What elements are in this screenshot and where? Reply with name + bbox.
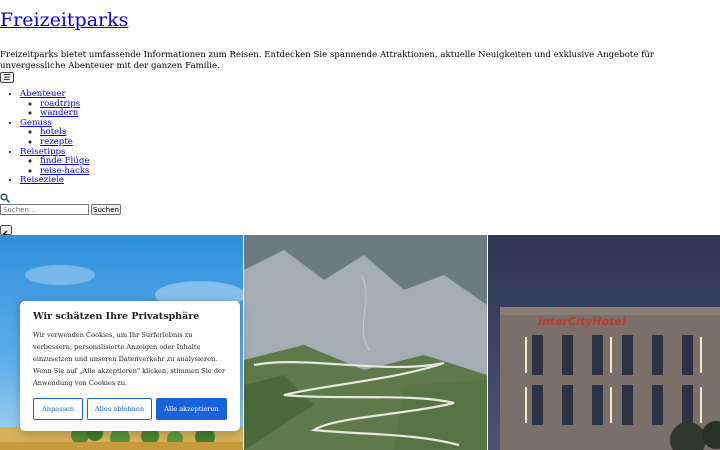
nav-link-reise-hacks[interactable]: reise-hacks bbox=[40, 166, 89, 176]
nav-item-reisetipps: Reisetipps finde Flüge reise-hacks bbox=[20, 147, 89, 177]
site-description: Freizeitparks bietet umfassende Informat… bbox=[0, 49, 655, 72]
cookie-consent-dialog: Wir schätzen Ihre Privatsphäre Wir verwe… bbox=[20, 301, 240, 431]
consent-text: Wir verwenden Cookies, um Ihr Surferlebn… bbox=[33, 331, 226, 387]
accept-all-button[interactable]: Alle akzeptieren bbox=[156, 398, 227, 420]
menu-toggle-button[interactable]: ☰ bbox=[0, 72, 14, 83]
nav-item-reiseziele: Reiseziele bbox=[20, 176, 89, 186]
nav-link-hotels[interactable]: hotels bbox=[40, 127, 66, 138]
nav-link-reisetipps[interactable]: Reisetipps bbox=[20, 147, 65, 157]
search-button[interactable]: Suchen bbox=[91, 204, 121, 215]
nav-link-abenteuer[interactable]: Abenteuer bbox=[20, 89, 66, 99]
nav-link-finde-fluege[interactable]: finde Flüge bbox=[40, 156, 89, 166]
main-navigation: Abenteuer roadtrips wandern Genuss hotel… bbox=[0, 89, 89, 186]
nav-link-genuss[interactable]: Genuss bbox=[20, 118, 52, 128]
consent-title: Wir schätzen Ihre Privatsphäre bbox=[33, 311, 200, 322]
nav-item-genuss: Genuss hotels rezepte bbox=[20, 118, 89, 148]
slider-prev-button[interactable] bbox=[0, 225, 12, 238]
nav-link-wandern[interactable]: wandern bbox=[40, 108, 78, 118]
search-icon[interactable] bbox=[0, 193, 10, 203]
nav-link-rezepte[interactable]: rezepte bbox=[40, 137, 73, 147]
search-input[interactable] bbox=[0, 204, 89, 215]
nav-link-reiseziele[interactable]: Reiseziele bbox=[20, 175, 64, 186]
hamburger-icon: ☰ bbox=[3, 73, 11, 82]
nav-link-roadtrips[interactable]: roadtrips bbox=[40, 99, 80, 109]
slide-mountain-pass[interactable] bbox=[244, 235, 487, 450]
customize-button[interactable]: Anpassen bbox=[33, 398, 83, 420]
hotel-sign: InterCityHotel bbox=[538, 315, 626, 328]
site-title-link[interactable]: Freizeitparks bbox=[0, 8, 128, 32]
slide-intercity-hotel[interactable]: InterCityHotel bbox=[488, 235, 720, 450]
reject-all-button[interactable]: Alles ablehnen bbox=[87, 398, 152, 420]
intercity-hotel-image: InterCityHotel bbox=[488, 235, 720, 450]
mountain-pass-road-image bbox=[244, 235, 487, 450]
nav-item-abenteuer: Abenteuer roadtrips wandern bbox=[20, 89, 89, 119]
